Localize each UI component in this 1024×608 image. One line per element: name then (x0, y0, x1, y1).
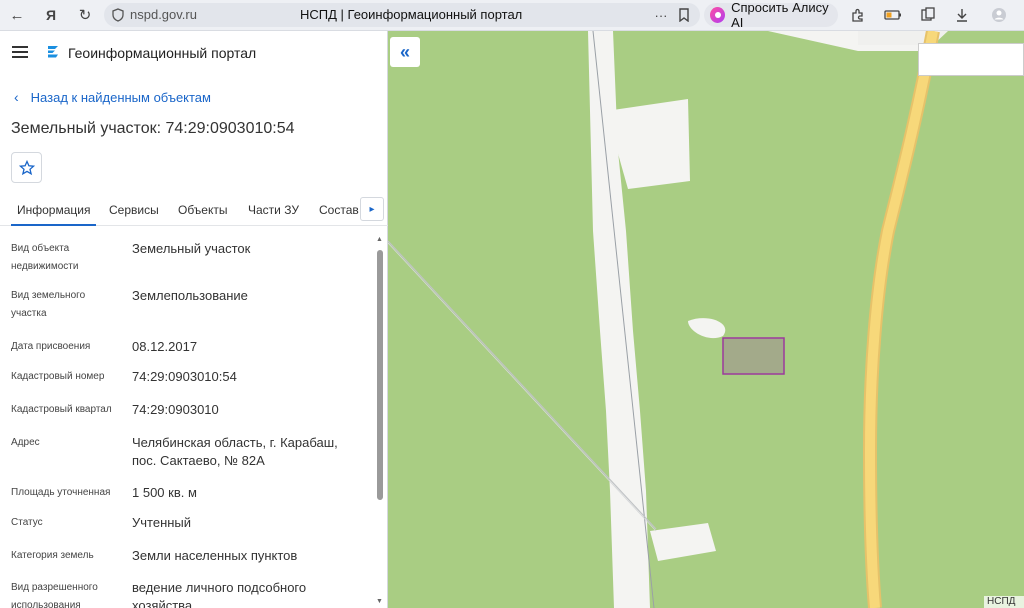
tab-objects[interactable]: Объекты (178, 203, 228, 217)
info-tabs: Информация Сервисы Объекты Части ЗУ Сост… (0, 196, 388, 226)
back-to-results-link[interactable]: ‹ Назад к найденным объектам (14, 89, 211, 105)
attribute-label: Вид земельного участка (11, 290, 86, 319)
attribute-value: Землепользование (132, 288, 248, 303)
map-view[interactable]: « НСПД 2 (388, 31, 1024, 608)
tab-information[interactable]: Информация (10, 203, 98, 226)
info-panel: Геоинформационный портал ‹ Назад к найде… (0, 31, 388, 608)
profile-avatar-icon[interactable] (988, 4, 1010, 26)
download-icon[interactable] (951, 4, 973, 26)
panel-scrollbar[interactable]: ▲ ▼ (376, 236, 384, 608)
alice-button[interactable]: Спросить Алису AI (704, 0, 838, 30)
tab-title: НСПД | Геоинформационный портал (300, 7, 523, 22)
tabs-scroll-right-button[interactable]: ▸ (360, 197, 384, 221)
collections-icon[interactable] (917, 4, 939, 26)
scroll-down-arrow-icon[interactable]: ▼ (376, 598, 383, 605)
map-overlay-box (918, 43, 1024, 76)
attribute-label: Вид объекта недвижимости (11, 243, 79, 272)
alice-icon (710, 7, 726, 23)
attribute-value: 74:29:0903010 (132, 402, 219, 417)
attribute-label: Категория земель (11, 550, 94, 561)
favorite-button[interactable] (11, 152, 42, 183)
scroll-up-arrow-icon[interactable]: ▲ (376, 236, 383, 243)
attribute-label: Кадастровый номер (11, 371, 105, 382)
attribute-value: Учтенный (132, 515, 192, 530)
more-icon[interactable]: ··· (650, 4, 672, 26)
menu-icon[interactable] (12, 46, 28, 58)
yandex-icon[interactable]: Я (40, 4, 62, 26)
shield-icon (112, 8, 124, 22)
map-road (864, 31, 938, 608)
collapse-panel-button[interactable]: « (390, 37, 420, 67)
attribute-label: Дата присвоения (11, 341, 91, 352)
tab-parts[interactable]: Части ЗУ (248, 203, 299, 217)
attribute-label: Площадь уточненная (11, 487, 111, 498)
star-icon (18, 159, 35, 175)
map-attribution: НСПД 2 (984, 596, 1024, 608)
attribute-value: 08.12.2017 (132, 339, 198, 354)
attribute-label: Адрес (11, 437, 40, 448)
attribute-value: 74:29:0903010:54 (132, 369, 237, 384)
portal-title: Геоинформационный портал (68, 45, 257, 61)
browser-toolbar: ← Я ↻ nspd.gov.ru НСПД | Геоинформационн… (0, 0, 1024, 31)
back-link-label: Назад к найденным объектам (30, 89, 211, 105)
object-title: Земельный участок: 74:29:0903010:54 (11, 120, 295, 137)
attribute-value: Земельный участок (132, 241, 251, 256)
chevron-left-icon: ‹ (14, 89, 19, 105)
map-clearing (650, 523, 716, 561)
tab-services[interactable]: Сервисы (109, 203, 159, 217)
back-arrow-icon[interactable]: ← (6, 4, 28, 26)
attributes-list: Вид объекта недвижимости Земельный участ… (0, 226, 374, 608)
scrollbar-thumb[interactable] (377, 250, 383, 500)
attribute-value: ведение личного подсобного хозяйства (132, 580, 307, 608)
attribute-label: Вид разрешенного использования (11, 582, 98, 608)
map-canvas[interactable] (388, 31, 1024, 608)
battery-icon[interactable] (882, 4, 904, 26)
alice-label: Спросить Алису AI (731, 0, 829, 30)
extensions-icon[interactable] (847, 4, 869, 26)
url-text[interactable]: nspd.gov.ru (130, 7, 197, 22)
attribute-value: Челябинская область, г. Карабаш, пос. Са… (132, 435, 338, 468)
attribute-label: Статус (11, 517, 43, 528)
attribute-value: 1 500 кв. м (132, 485, 197, 500)
portal-logo-icon (48, 46, 58, 58)
attribute-label: Кадастровый квартал (11, 404, 112, 415)
attribute-value: Земли населенных пунктов (132, 548, 298, 563)
reload-icon[interactable]: ↻ (74, 4, 96, 26)
land-parcel (722, 337, 785, 375)
tab-composition[interactable]: Состав (319, 203, 359, 217)
bookmark-icon[interactable] (673, 4, 695, 26)
map-clearing (688, 318, 726, 339)
